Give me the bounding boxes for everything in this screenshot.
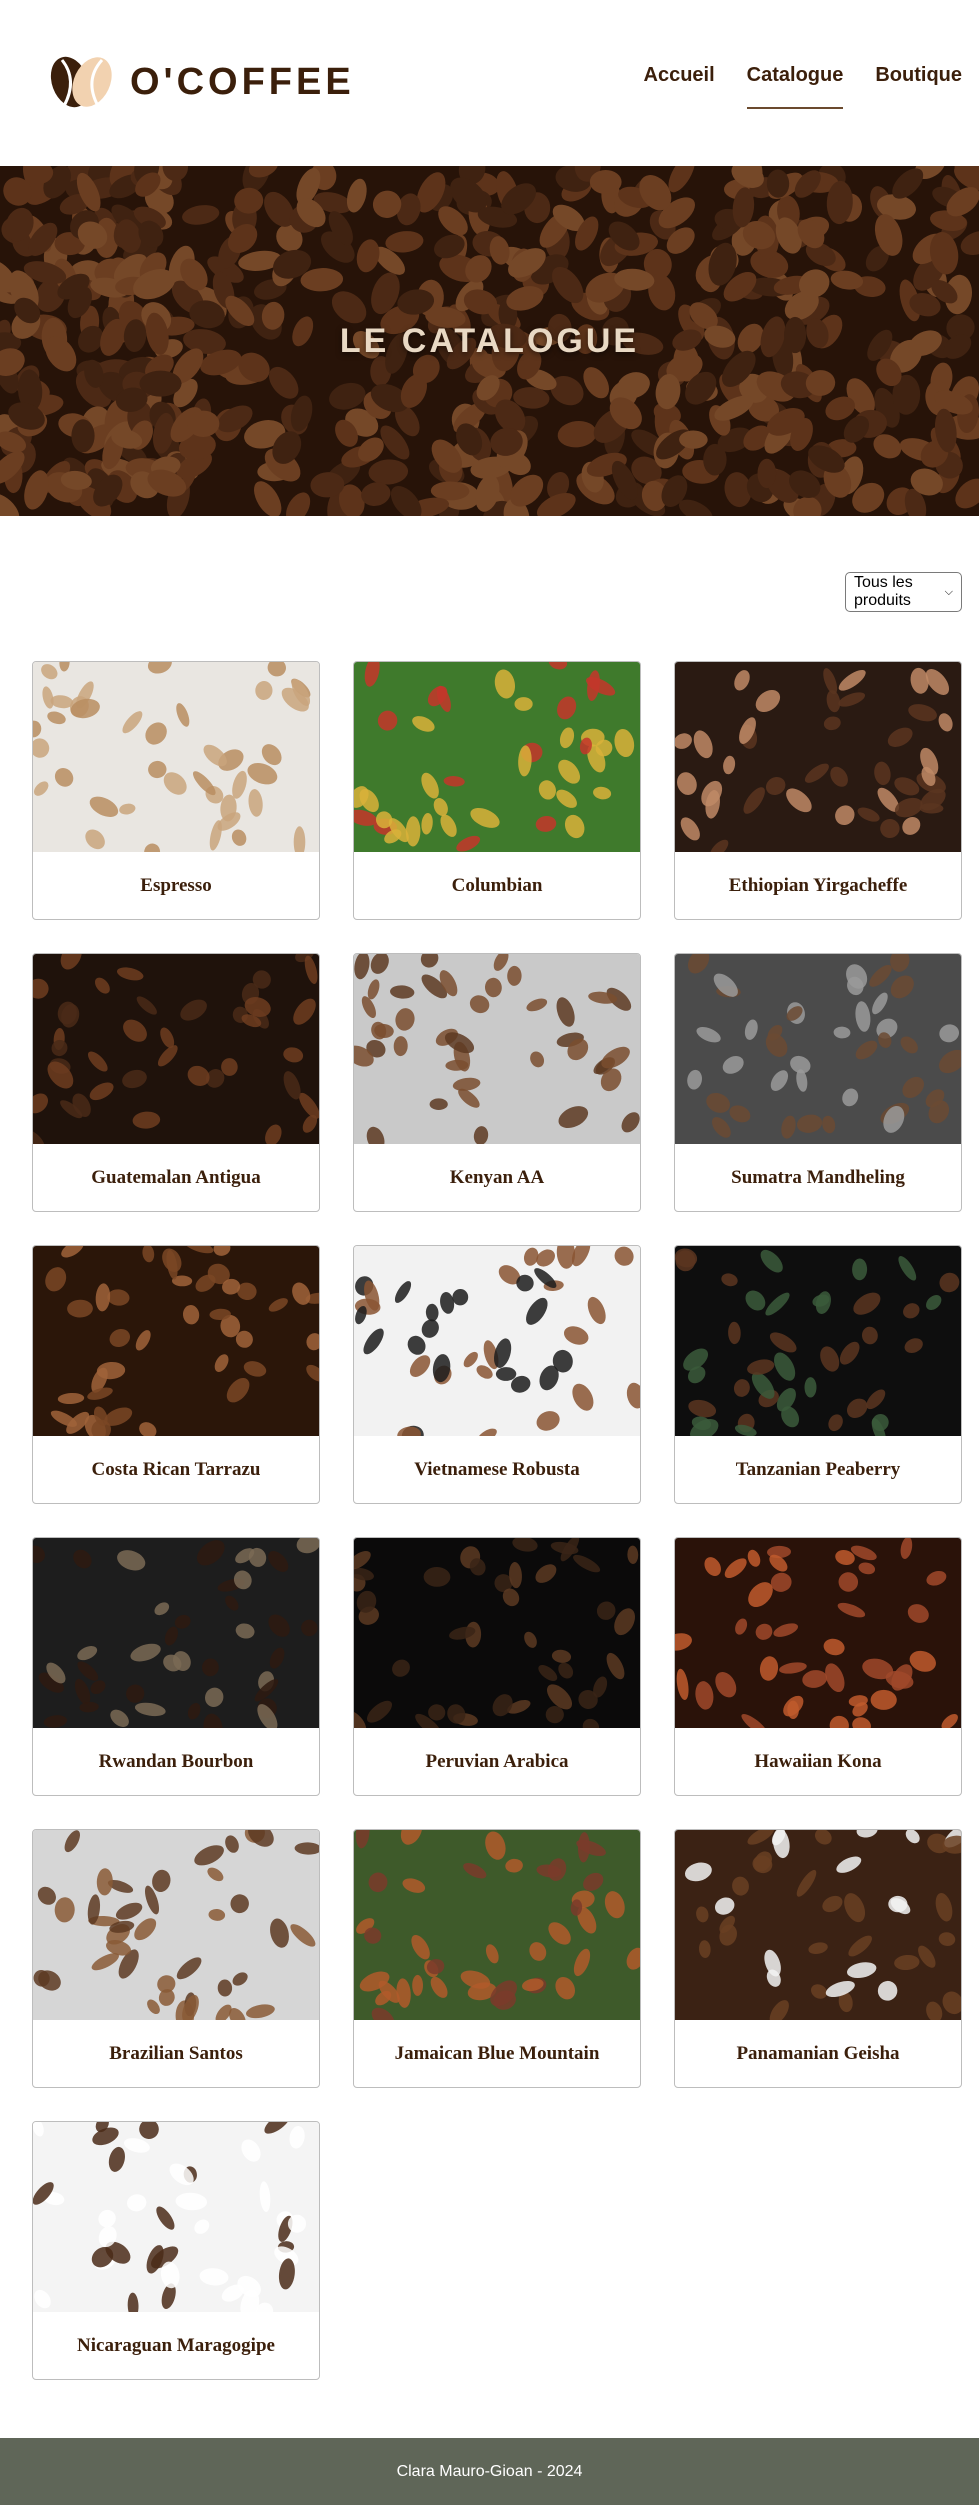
product-name: Rwandan Bourbon xyxy=(33,1728,319,1795)
product-name: Columbian xyxy=(354,852,640,919)
product-name: Sumatra Mandheling xyxy=(675,1144,961,1211)
chevron-down-icon: ⌵ xyxy=(945,586,953,599)
product-name: Nicaraguan Maragogipe xyxy=(33,2312,319,2379)
beans-in-hands-photo xyxy=(675,662,961,852)
product-card[interactable]: Panamanian Geisha xyxy=(674,1829,962,2088)
scoop-beans-photo xyxy=(675,1246,961,1436)
open-bag-beans-photo xyxy=(33,1830,319,2020)
product-card[interactable]: Nicaraguan Maragogipe xyxy=(32,2121,320,2380)
product-name: Peruvian Arabica xyxy=(354,1728,640,1795)
product-name: Kenyan AA xyxy=(354,1144,640,1211)
burlap-sack-photo xyxy=(33,1538,319,1728)
product-card[interactable]: Hawaiian Kona xyxy=(674,1537,962,1796)
site-footer: Clara Mauro-Gioan - 2024 xyxy=(0,2438,979,2505)
cup-saucer-beans-photo xyxy=(33,2122,319,2312)
brand-name: O'COFFEE xyxy=(130,61,355,104)
page-title: LE CATALOGUE xyxy=(0,166,979,516)
product-card[interactable]: Ethiopian Yirgacheffe xyxy=(674,661,962,920)
portafilter-beans-photo xyxy=(354,1246,640,1436)
site-header: O'COFFEE Accueil Catalogue Boutique xyxy=(0,0,979,166)
product-name: Ethiopian Yirgacheffe xyxy=(675,852,961,919)
closeup-beans-photo xyxy=(33,1246,319,1436)
beans-in-bag-photo xyxy=(354,954,640,1144)
product-name: Panamanian Geisha xyxy=(675,2020,961,2087)
main-nav: Accueil Catalogue Boutique xyxy=(644,64,979,109)
product-filter-select[interactable]: Tous les produits ⌵ xyxy=(845,572,962,612)
cup-on-wood-photo xyxy=(675,1830,961,2020)
product-card[interactable]: Costa Rican Tarrazu xyxy=(32,1245,320,1504)
product-name: Hawaiian Kona xyxy=(675,1728,961,1795)
nav-boutique[interactable]: Boutique xyxy=(875,64,962,109)
product-card[interactable]: Columbian xyxy=(353,661,641,920)
product-card[interactable]: Guatemalan Antigua xyxy=(32,953,320,1212)
product-name: Brazilian Santos xyxy=(33,2020,319,2087)
dark-spread-beans-photo xyxy=(354,1538,640,1728)
product-card[interactable]: Sumatra Mandheling xyxy=(674,953,962,1212)
product-card[interactable]: Vietnamese Robusta xyxy=(353,1245,641,1504)
product-name: Vietnamese Robusta xyxy=(354,1436,640,1503)
product-name: Espresso xyxy=(33,852,319,919)
product-name: Tanzanian Peaberry xyxy=(675,1436,961,1503)
coffee-plant-photo xyxy=(354,1830,640,2020)
product-name: Costa Rican Tarrazu xyxy=(33,1436,319,1503)
coffee-bags-photo xyxy=(33,662,319,852)
footer-credit: Clara Mauro-Gioan - 2024 xyxy=(397,2463,583,2481)
product-card[interactable]: Espresso xyxy=(32,661,320,920)
product-card[interactable]: Kenyan AA xyxy=(353,953,641,1212)
ground-coffee-photo xyxy=(675,1538,961,1728)
roaster-drum-photo xyxy=(675,954,961,1144)
product-card[interactable]: Rwandan Bourbon xyxy=(32,1537,320,1796)
coffee-cherries-photo xyxy=(354,662,640,852)
product-grid: Espresso Columbian Ethiopian Yirgacheffe Gu… xyxy=(0,661,979,2380)
hero-banner: LE CATALOGUE xyxy=(0,166,979,516)
product-card[interactable]: Brazilian Santos xyxy=(32,1829,320,2088)
product-card[interactable]: Peruvian Arabica xyxy=(353,1537,641,1796)
product-card[interactable]: Tanzanian Peaberry xyxy=(674,1245,962,1504)
product-name: Jamaican Blue Mountain xyxy=(354,2020,640,2087)
logo[interactable]: O'COFFEE xyxy=(44,52,355,112)
coffee-bean-logo-icon xyxy=(44,52,120,112)
dark-beans-photo xyxy=(33,954,319,1144)
product-name: Guatemalan Antigua xyxy=(33,1144,319,1211)
filter-bar: Tous les produits ⌵ xyxy=(0,516,979,661)
filter-selected-value: Tous les produits xyxy=(854,574,941,610)
product-card[interactable]: Jamaican Blue Mountain xyxy=(353,1829,641,2088)
nav-accueil[interactable]: Accueil xyxy=(644,64,715,109)
nav-catalogue[interactable]: Catalogue xyxy=(747,64,844,109)
